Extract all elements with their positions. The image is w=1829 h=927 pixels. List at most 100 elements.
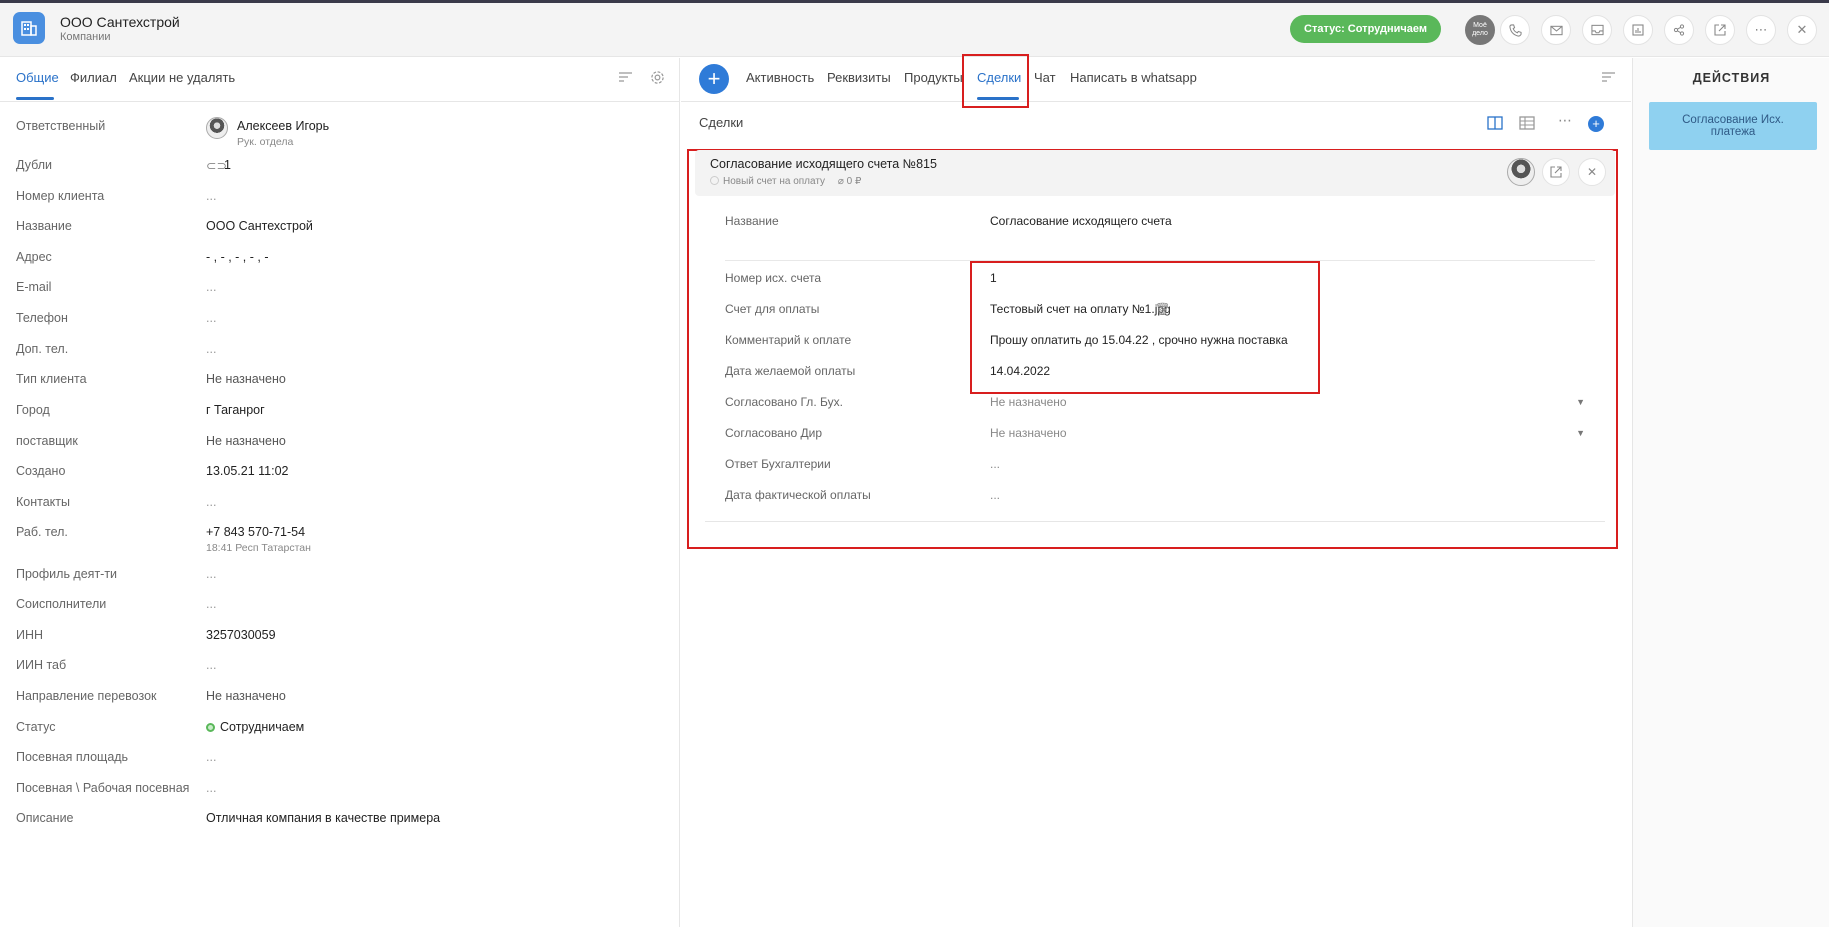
close-deal-icon[interactable]: ✕ [1578,158,1606,186]
field-value[interactable]: Не назначено [206,689,286,703]
field-label: Согласовано Дир [725,426,822,440]
more-options-icon[interactable]: ⋯ [1558,112,1572,129]
share-icon[interactable] [1664,15,1694,45]
add-button[interactable]: + [699,64,729,94]
deal-owner-avatar[interactable] [1507,158,1535,186]
field-label: Номер исх. счета [725,271,822,285]
field-supplier: поставщик Не назначено [16,434,666,464]
field-name: Название ООО Сантехстрой [16,219,666,249]
field-value[interactable]: ... [206,311,216,325]
field-value[interactable]: ... [206,495,216,509]
sort-lines-icon[interactable] [618,70,633,87]
responsible-role: Рук. отдела [237,136,294,148]
field-value[interactable]: ... [206,280,216,294]
field-value[interactable]: ... [206,342,216,356]
tab-whatsapp[interactable]: Написать в whatsapp [1070,70,1197,85]
section-title: Сделки [699,115,744,130]
close-icon[interactable]: ✕ [1787,15,1817,45]
field-value[interactable]: Не назначено [206,372,286,386]
tab-promotions[interactable]: Акции не удалять [129,70,235,85]
settings-gear-icon[interactable] [650,70,665,89]
tab-chat[interactable]: Чат [1034,70,1056,85]
field-label: Номер клиента [16,189,105,203]
field-value[interactable]: ... [206,658,216,672]
tab-general[interactable]: Общие [16,70,59,85]
report-icon[interactable] [1623,15,1653,45]
field-value[interactable]: ... [206,189,216,203]
field-value[interactable]: Не назначено [206,434,286,448]
field-label: Счет для оплаты [725,302,820,316]
field-label: Дубли [16,158,53,172]
field-extra-phone: Доп. тел. ... [16,342,666,372]
field-label: Ответственный [16,119,106,133]
field-value[interactable]: 3257030059 [206,628,276,642]
field-value[interactable]: Не назначено [990,395,1067,409]
field-label: E-mail [16,280,52,294]
field-value[interactable]: ... [206,781,216,795]
actions-title: ДЕЙСТВИЯ [1692,71,1771,85]
approve-outgoing-payment-button[interactable]: Согласование Исх. платежа [1649,102,1817,150]
actions-panel: ДЕЙСТВИЯ Согласование Исх. платежа [1632,58,1829,927]
field-contacts: Контакты ... [16,495,666,525]
phone-region-time: 18:41 Респ Татарстан [206,542,311,554]
field-value[interactable]: ... [990,488,1000,502]
stage-dot-icon [710,176,719,185]
field-value[interactable]: ... [206,750,216,764]
field-label: Описание [16,811,74,825]
field-value[interactable]: ООО Сантехстрой [206,219,313,233]
deal-field-actual-date: Дата фактической оплаты ... [725,488,1595,514]
field-label: Комментарий к оплате [725,333,852,347]
mail-icon[interactable] [1541,15,1571,45]
field-value[interactable]: Согласование исходящего счета [990,214,1172,228]
field-value[interactable]: ... [990,457,1000,471]
field-value[interactable]: +7 843 570-71-54 [206,525,305,539]
field-value[interactable]: Отличная компания в качестве примера [206,811,440,825]
status-dot-icon [206,723,215,732]
field-value[interactable]: ... [206,567,216,581]
more-options-icon[interactable]: ⋯ [1746,15,1776,45]
status-badge-button[interactable]: Статус: Сотрудничаем [1290,15,1441,43]
field-label: Направление перевозок [16,689,157,703]
field-value[interactable]: Не назначено [990,426,1067,440]
tab-branch[interactable]: Филиал [70,70,117,85]
field-label: ИИН таб [16,658,67,672]
open-external-icon[interactable] [1705,15,1735,45]
split-view-icon[interactable] [1487,116,1503,135]
field-city: Город г Таганрог [16,403,666,433]
field-label: Контакты [16,495,70,509]
sort-lines-icon[interactable] [1601,70,1616,87]
entity-header: ООО Сантехстрой Компании Статус: Сотрудн… [0,3,1829,57]
field-client-number: Номер клиента ... [16,189,666,219]
field-value[interactable]: - , - , - , - , - [206,250,269,264]
table-view-icon[interactable] [1519,116,1535,135]
moe-delo-avatar[interactable]: Моё дело [1465,15,1495,45]
field-label: Статус [16,720,56,734]
field-address: Адрес - , - , - , - , - [16,250,666,280]
deal-stage: Новый счет на оплату [723,176,826,187]
duplicates-count[interactable]: 1 [224,158,231,172]
responsible-name[interactable]: Алексеев Игорь [237,119,329,133]
add-deal-icon[interactable]: + [1588,116,1604,132]
deal-field-approved-chief-accountant: Согласовано Гл. Бух. Не назначено ▼ [725,395,1595,421]
tab-products[interactable]: Продукты [904,70,963,85]
chevron-down-icon[interactable]: ▼ [1576,397,1585,407]
inbox-icon[interactable] [1582,15,1612,45]
active-tab-indicator [16,97,54,100]
field-iin-tab: ИИН таб ... [16,658,666,688]
deal-title[interactable]: Согласование исходящего счета №815 [710,157,937,171]
field-label: Раб. тел. [16,525,68,539]
tab-requisites[interactable]: Реквизиты [827,70,891,85]
status-value[interactable]: Сотрудничаем [220,720,304,734]
field-status: Статус Сотрудничаем [16,720,666,750]
phone-icon[interactable] [1500,15,1530,45]
field-label: Соисполнители [16,597,107,611]
field-created: Создано 13.05.21 11:02 [16,464,666,494]
field-value[interactable]: г Таганрог [206,403,265,417]
field-label: Адрес [16,250,52,264]
open-deal-icon[interactable] [1542,158,1570,186]
chevron-down-icon[interactable]: ▼ [1576,428,1585,438]
responsible-avatar[interactable] [206,117,228,139]
field-sown-area: Посевная площадь ... [16,750,666,780]
tab-activity[interactable]: Активность [746,70,814,85]
field-value[interactable]: ... [206,597,216,611]
